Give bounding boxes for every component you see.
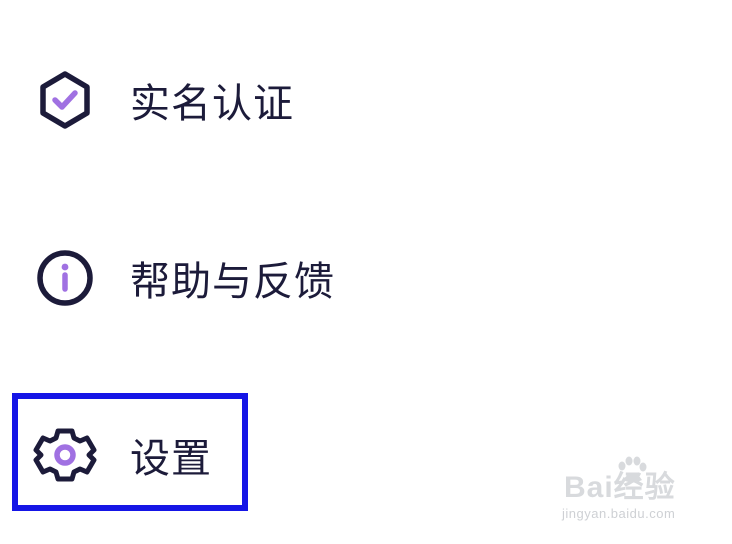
paw-logo-icon [614,456,648,490]
menu-item-real-name-verification[interactable]: 实名认证 [32,64,294,136]
menu-item-label: 帮助与反馈 [130,259,335,305]
menu-item-settings[interactable]: 设置 [32,419,212,491]
menu-item-help-feedback[interactable]: 帮助与反馈 [32,242,335,314]
info-circle-icon [32,245,98,311]
shield-check-icon [32,67,98,133]
settings-menu-screen: 实名认证 帮助与反馈 设置 Bai经验 jingyan.baidu.com [0,0,732,544]
gear-icon [32,422,98,488]
menu-item-label: 设置 [130,436,212,482]
watermark-url: jingyan.baidu.com [562,506,676,521]
baidu-jingyan-watermark: Bai经验 jingyan.baidu.com [558,456,708,532]
menu-item-label: 实名认证 [130,81,294,127]
watermark-brand: Bai经验 [564,471,676,504]
